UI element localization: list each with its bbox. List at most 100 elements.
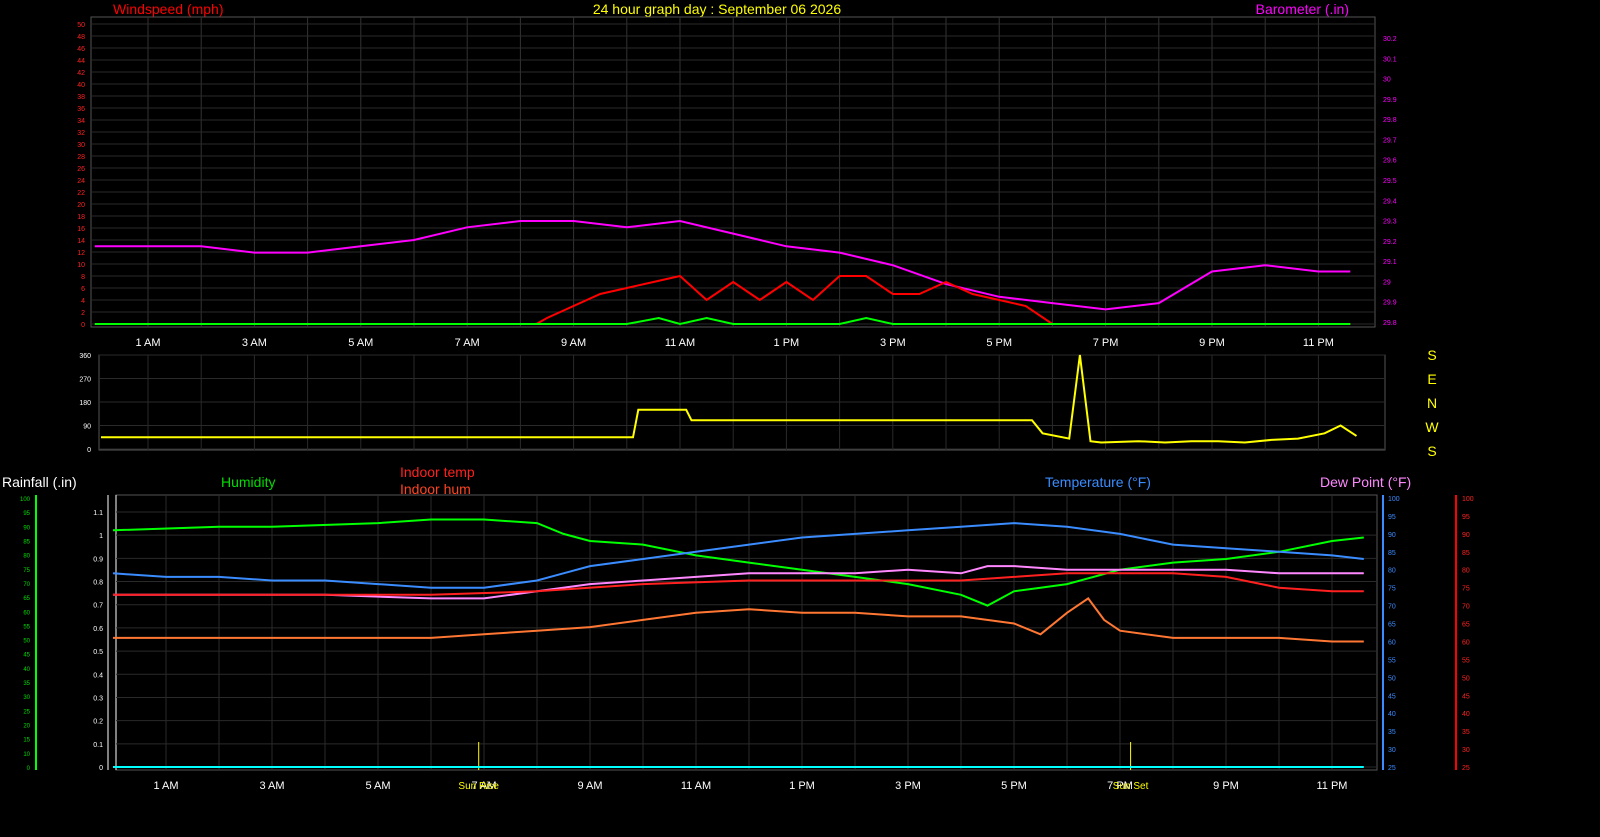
panel3-x-tick-label: 11 AM (681, 780, 711, 792)
rain-tick-label: 0.5 (93, 649, 103, 656)
windspeed-tick-label: 22 (77, 190, 85, 197)
windspeed-tick-label: 16 (77, 226, 85, 233)
humidity-tick-label: 35 (23, 681, 30, 687)
indoor-tick-label: 40 (1462, 711, 1470, 718)
temperature-tick-label: 95 (1388, 514, 1396, 521)
direction-tick-label: 0 (87, 447, 91, 454)
panel3-x-tick-label: 3 AM (259, 780, 284, 792)
dewpoint-axis-label: Dew Point (°F) (1320, 474, 1411, 490)
panel3-x-tick-label: 1 PM (789, 780, 815, 792)
windspeed-tick-label: 14 (77, 238, 85, 245)
humidity-tick-label: 25 (23, 709, 30, 715)
indoor-temp-axis-label: Indoor temp (400, 464, 475, 480)
panel3-x-tick-label: 3 PM (895, 780, 921, 792)
humidity-tick-label: 55 (23, 624, 30, 630)
windspeed-tick-label: 10 (77, 262, 85, 269)
indoor-tick-label: 25 (1462, 765, 1470, 772)
barometer-tick-label: 30.1 (1383, 56, 1397, 63)
windspeed-tick-label: 30 (77, 142, 85, 149)
rain-tick-label: 1.1 (93, 510, 103, 517)
humidity-tick-label: 75 (23, 568, 30, 574)
temperature-tick-label: 100 (1388, 496, 1400, 503)
temperature-f-line (112, 522, 1364, 589)
rain-tick-label: 0.8 (93, 580, 103, 587)
indoor-tick-label: 90 (1462, 532, 1470, 539)
panel1-x-tick-label: 9 AM (561, 337, 586, 349)
indoor-tick-label: 55 (1462, 657, 1470, 664)
temperature-tick-label: 50 (1388, 675, 1396, 682)
temperature-tick-label: 85 (1388, 550, 1396, 557)
panel3-x-tick-label: 1 AM (153, 780, 178, 792)
rain-tick-label: 0.9 (93, 556, 103, 563)
windspeed-tick-label: 38 (77, 94, 85, 101)
temperature-tick-label: 25 (1388, 765, 1396, 772)
temperature-tick-label: 75 (1388, 586, 1396, 593)
temperature-tick-label: 80 (1388, 568, 1396, 575)
windspeed-tick-label: 2 (81, 310, 85, 317)
windspeed-tick-label: 24 (77, 178, 85, 185)
windspeed-tick-label: 20 (77, 202, 85, 209)
direction-tick-label: 270 (79, 377, 91, 384)
windspeed-tick-label: 6 (81, 286, 85, 293)
windspeed-axis-label: Windspeed (mph) (113, 1, 224, 17)
compass-label-w: W (1425, 419, 1439, 435)
humidity-tick-label: 80 (23, 554, 30, 560)
indoor-tick-label: 65 (1462, 622, 1470, 629)
barometer-tick-label: 29.7 (1383, 137, 1397, 144)
humidity-tick-label: 30 (23, 695, 30, 701)
temperature-tick-label: 45 (1388, 693, 1396, 700)
indoor-tick-label: 100 (1462, 496, 1474, 503)
temperature-tick-label: 70 (1388, 604, 1396, 611)
humidity-tick-label: 15 (23, 738, 30, 744)
indoor-temp-line (113, 572, 1364, 596)
direction-tick-label: 180 (79, 400, 91, 407)
humidity-tick-label: 90 (23, 525, 30, 531)
weather-graph-page: Windspeed (mph) 24 hour graph day : Sept… (0, 0, 1600, 837)
rain-tick-label: 0.7 (93, 603, 103, 610)
panel3-x-tick-label: 9 AM (577, 780, 602, 792)
humidity-tick-label: 85 (23, 539, 30, 545)
humidity-tick-label: 45 (23, 653, 30, 659)
windspeed-tick-label: 40 (77, 82, 85, 89)
humidity-tick-label: 20 (23, 724, 30, 730)
temperature-tick-label: 90 (1388, 532, 1396, 539)
temperature-tick-label: 65 (1388, 622, 1396, 629)
rainfall-axis-label: Rainfall (.in) (2, 474, 77, 490)
windspeed-tick-label: 44 (77, 58, 85, 65)
chart-marks: 0246810121416182022242628303234363840424… (20, 16, 1474, 792)
panel1-x-tick-label: 7 AM (455, 337, 480, 349)
windspeed-tick-label: 50 (77, 22, 85, 29)
windspeed-tick-label: 42 (77, 70, 85, 77)
humidity-line (112, 518, 1364, 607)
panel1-x-tick-label: 11 PM (1303, 337, 1334, 349)
windspeed-tick-label: 8 (81, 274, 85, 281)
windspeed-tick-label: 36 (77, 106, 85, 113)
humidity-tick-label: 70 (23, 582, 30, 588)
humidity-tick-label: 50 (23, 639, 30, 645)
compass-label-s: S (1427, 443, 1436, 459)
barometer-tick-label: 30.2 (1383, 36, 1397, 43)
humidity-tick-label: 60 (23, 610, 30, 616)
temperature-tick-label: 40 (1388, 711, 1396, 718)
indoor-tick-label: 45 (1462, 693, 1470, 700)
temperature-tick-label: 35 (1388, 729, 1396, 736)
panel1-x-tick-label: 1 PM (774, 337, 800, 349)
barometer-tick-label: 29.5 (1383, 178, 1397, 185)
barometer-in-line (94, 219, 1351, 311)
windspeed-tick-label: 26 (77, 166, 85, 173)
windspeed-tick-label: 18 (77, 214, 85, 221)
barometer-tick-label: 29.9 (1383, 97, 1397, 104)
panel1-x-tick-label: 5 AM (348, 337, 373, 349)
temperature-tick-label: 30 (1388, 747, 1396, 754)
rain-tick-label: 0.2 (93, 719, 103, 726)
direction-tick-label: 360 (79, 353, 91, 360)
windspeed-tick-label: 0 (81, 322, 85, 329)
chart-title: 24 hour graph day : September 06 2026 (593, 1, 842, 17)
panel3-x-tick-label: 9 PM (1213, 780, 1239, 792)
indoor-tick-label: 85 (1462, 550, 1470, 557)
humidity-tick-label: 10 (23, 752, 30, 758)
indoor-tick-label: 35 (1462, 729, 1470, 736)
barometer-axis-label: Barometer (.in) (1256, 1, 1349, 17)
humidity-tick-label: 0 (27, 766, 31, 772)
humidity-tick-label: 65 (23, 596, 30, 602)
